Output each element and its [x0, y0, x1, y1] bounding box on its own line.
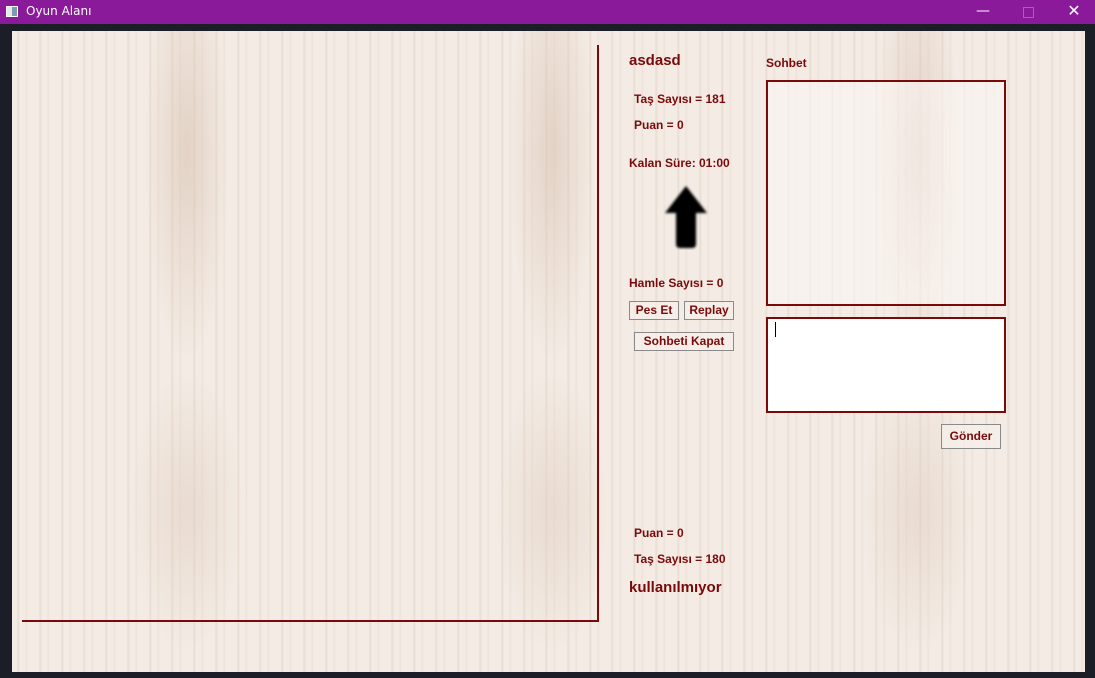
close-chat-button[interactable]: Sohbeti Kapat	[634, 332, 734, 351]
window-title: Oyun Alanı	[26, 4, 92, 18]
window-titlebar[interactable]: Oyun Alanı — ✕	[0, 0, 1095, 24]
opponent-name: asdasd	[629, 52, 681, 69]
replay-button[interactable]: Replay	[684, 301, 734, 320]
resign-button[interactable]: Pes Et	[629, 301, 679, 320]
arrow-up-icon	[665, 186, 707, 248]
player-name: kullanılmıyor	[629, 579, 722, 596]
timer-value: 01:00	[699, 156, 730, 170]
text-caret	[775, 322, 776, 337]
timer-label: Kalan Süre:	[629, 156, 696, 170]
app-icon	[6, 6, 18, 17]
game-area: asdasd Taş Sayısı = 181 Puan = 0 Kalan S…	[12, 31, 1085, 672]
send-button[interactable]: Gönder	[941, 424, 1001, 449]
chat-messages[interactable]	[766, 80, 1006, 306]
player-stone-count: Taş Sayısı = 180	[634, 552, 726, 566]
opponent-stone-count: Taş Sayısı = 181	[634, 92, 726, 106]
game-board[interactable]	[22, 45, 599, 622]
minimize-button[interactable]: —	[960, 0, 1006, 24]
maximize-icon	[1022, 7, 1034, 18]
maximize-button	[1005, 0, 1051, 24]
chat-title: Sohbet	[766, 56, 807, 70]
chat-input[interactable]	[766, 317, 1006, 413]
player-score: Puan = 0	[634, 526, 684, 540]
move-count: Hamle Sayısı = 0	[629, 276, 724, 290]
close-button[interactable]: ✕	[1051, 0, 1095, 24]
opponent-score: Puan = 0	[634, 118, 684, 132]
